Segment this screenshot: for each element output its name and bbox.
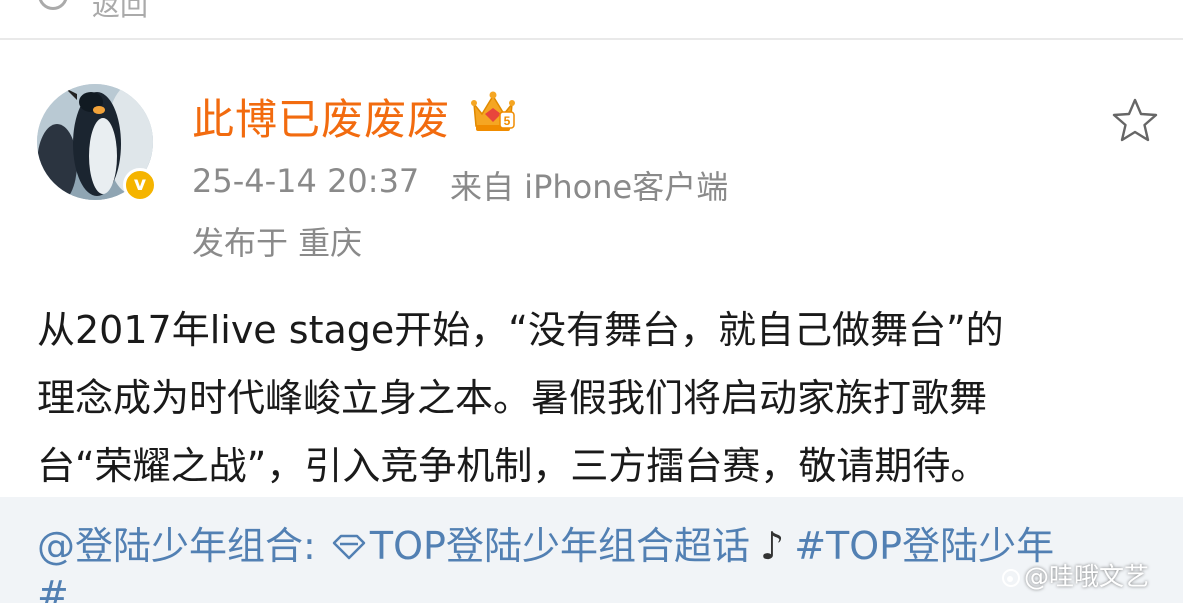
watermark: @哇哦文艺 [1000,557,1149,593]
post-body-line: 台“荣耀之战”，引入竞争机制，三方擂台赛，敬请期待。 [37,444,989,488]
post-time: 25-4-14 20:37 [192,162,420,200]
music-note-icon: ♪ [759,524,785,568]
verified-badge-icon: v [123,168,157,202]
author-name[interactable]: 此博已废废废 [192,86,450,147]
back-label[interactable]: 返回 [92,0,148,24]
author-avatar[interactable]: v [37,84,157,202]
vip-level: 5 [504,114,511,128]
post-body: 从2017年live stage开始，“没有舞台，就自己做舞台”的 理念成为时代… [37,296,1162,500]
hashtag-link-continued[interactable]: # [37,573,69,603]
weibo-logo-icon [1002,569,1020,587]
vip-crown-icon[interactable]: 5 [470,90,516,134]
repost-text: @登陆少年组合: TOP登陆少年组合超话 ♪ #TOP登陆少年 [37,515,1054,570]
post-body-line: 从2017年live stage开始，“没有舞台，就自己做舞台”的 [37,308,1004,352]
post-location: 发布于 重庆 [192,224,363,262]
post-body-line: 理念成为时代峰峻立身之本。暑假我们将启动家族打歌舞 [37,376,988,420]
mention-link[interactable]: @登陆少年组合: [37,524,316,568]
post-source: 来自 iPhone客户端 [450,168,729,206]
favorite-star-icon[interactable] [1110,96,1160,146]
supertopic-link[interactable]: TOP登陆少年组合超话 [370,524,750,568]
watermark-text: @哇哦文艺 [1024,562,1150,591]
supertopic-diamond-icon [332,534,366,560]
top-bar: 返回 [0,0,1183,40]
back-icon[interactable] [38,0,68,10]
